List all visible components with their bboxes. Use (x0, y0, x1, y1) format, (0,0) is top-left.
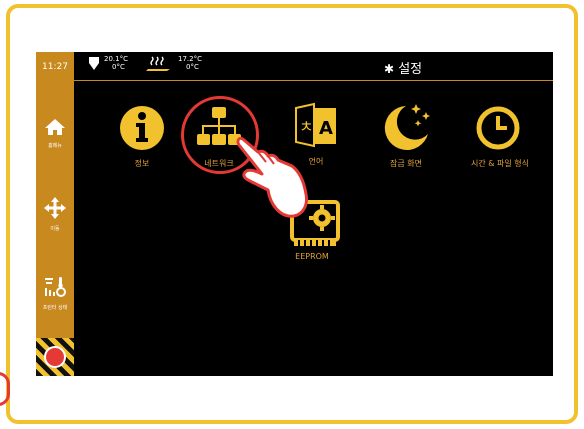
sidebar-item-label: 프린터 상태 (42, 305, 68, 311)
emergency-stop-area (36, 338, 74, 376)
status-bar: 20.1°C 0°C 17.2°C 0°C ✱ 설정 (74, 52, 553, 81)
menu-item-label: EEPROM (295, 252, 329, 261)
bed-heat-icon (146, 56, 170, 71)
moon-stars-icon (384, 104, 430, 150)
hotend-temp: 20.1°C 0°C (104, 55, 128, 71)
move-arrows-icon (44, 197, 66, 219)
sidebar: 11:27 홈메뉴 이동 프린터 상태 (36, 52, 74, 376)
printer-screen: 11:27 홈메뉴 이동 프린터 상태 20.1°C 0°C 17.2°C 0°… (36, 52, 553, 376)
menu-item-label: 시간 & 파일 형식 (470, 159, 530, 168)
page-title-text: 설정 (398, 62, 423, 77)
hotend-icon (89, 57, 99, 70)
menu-item-time-format[interactable]: 시간 & 파일 형식 (471, 106, 529, 169)
bed-target: 0°C (186, 63, 199, 71)
page-title: ✱ 설정 (384, 58, 422, 77)
sidebar-item-printer-status[interactable]: 프린터 상태 (36, 276, 74, 311)
menu-item-lock-screen[interactable]: 잠금 화면 (382, 100, 434, 169)
sidebar-item-label: 이동 (50, 226, 60, 232)
clock-icon (476, 106, 520, 150)
info-icon (120, 106, 164, 150)
bed-current: 17.2°C (178, 55, 202, 63)
home-icon (45, 119, 65, 135)
sidebar-item-move[interactable]: 이동 (36, 197, 74, 232)
hotend-current: 20.1°C (104, 55, 128, 63)
reset-button[interactable] (44, 346, 66, 368)
sidebar-item-label: 홈메뉴 (48, 143, 62, 149)
sidebar-item-home[interactable]: 홈메뉴 (36, 118, 74, 149)
printer-status-icon (45, 277, 66, 297)
bed-temp: 17.2°C 0°C (178, 55, 202, 71)
svg-text:A: A (319, 118, 333, 139)
gear-icon: ✱ (384, 62, 395, 76)
hotend-target: 0°C (112, 63, 125, 71)
pointing-hand-icon (236, 136, 308, 218)
clock-time: 11:27 (42, 62, 68, 72)
